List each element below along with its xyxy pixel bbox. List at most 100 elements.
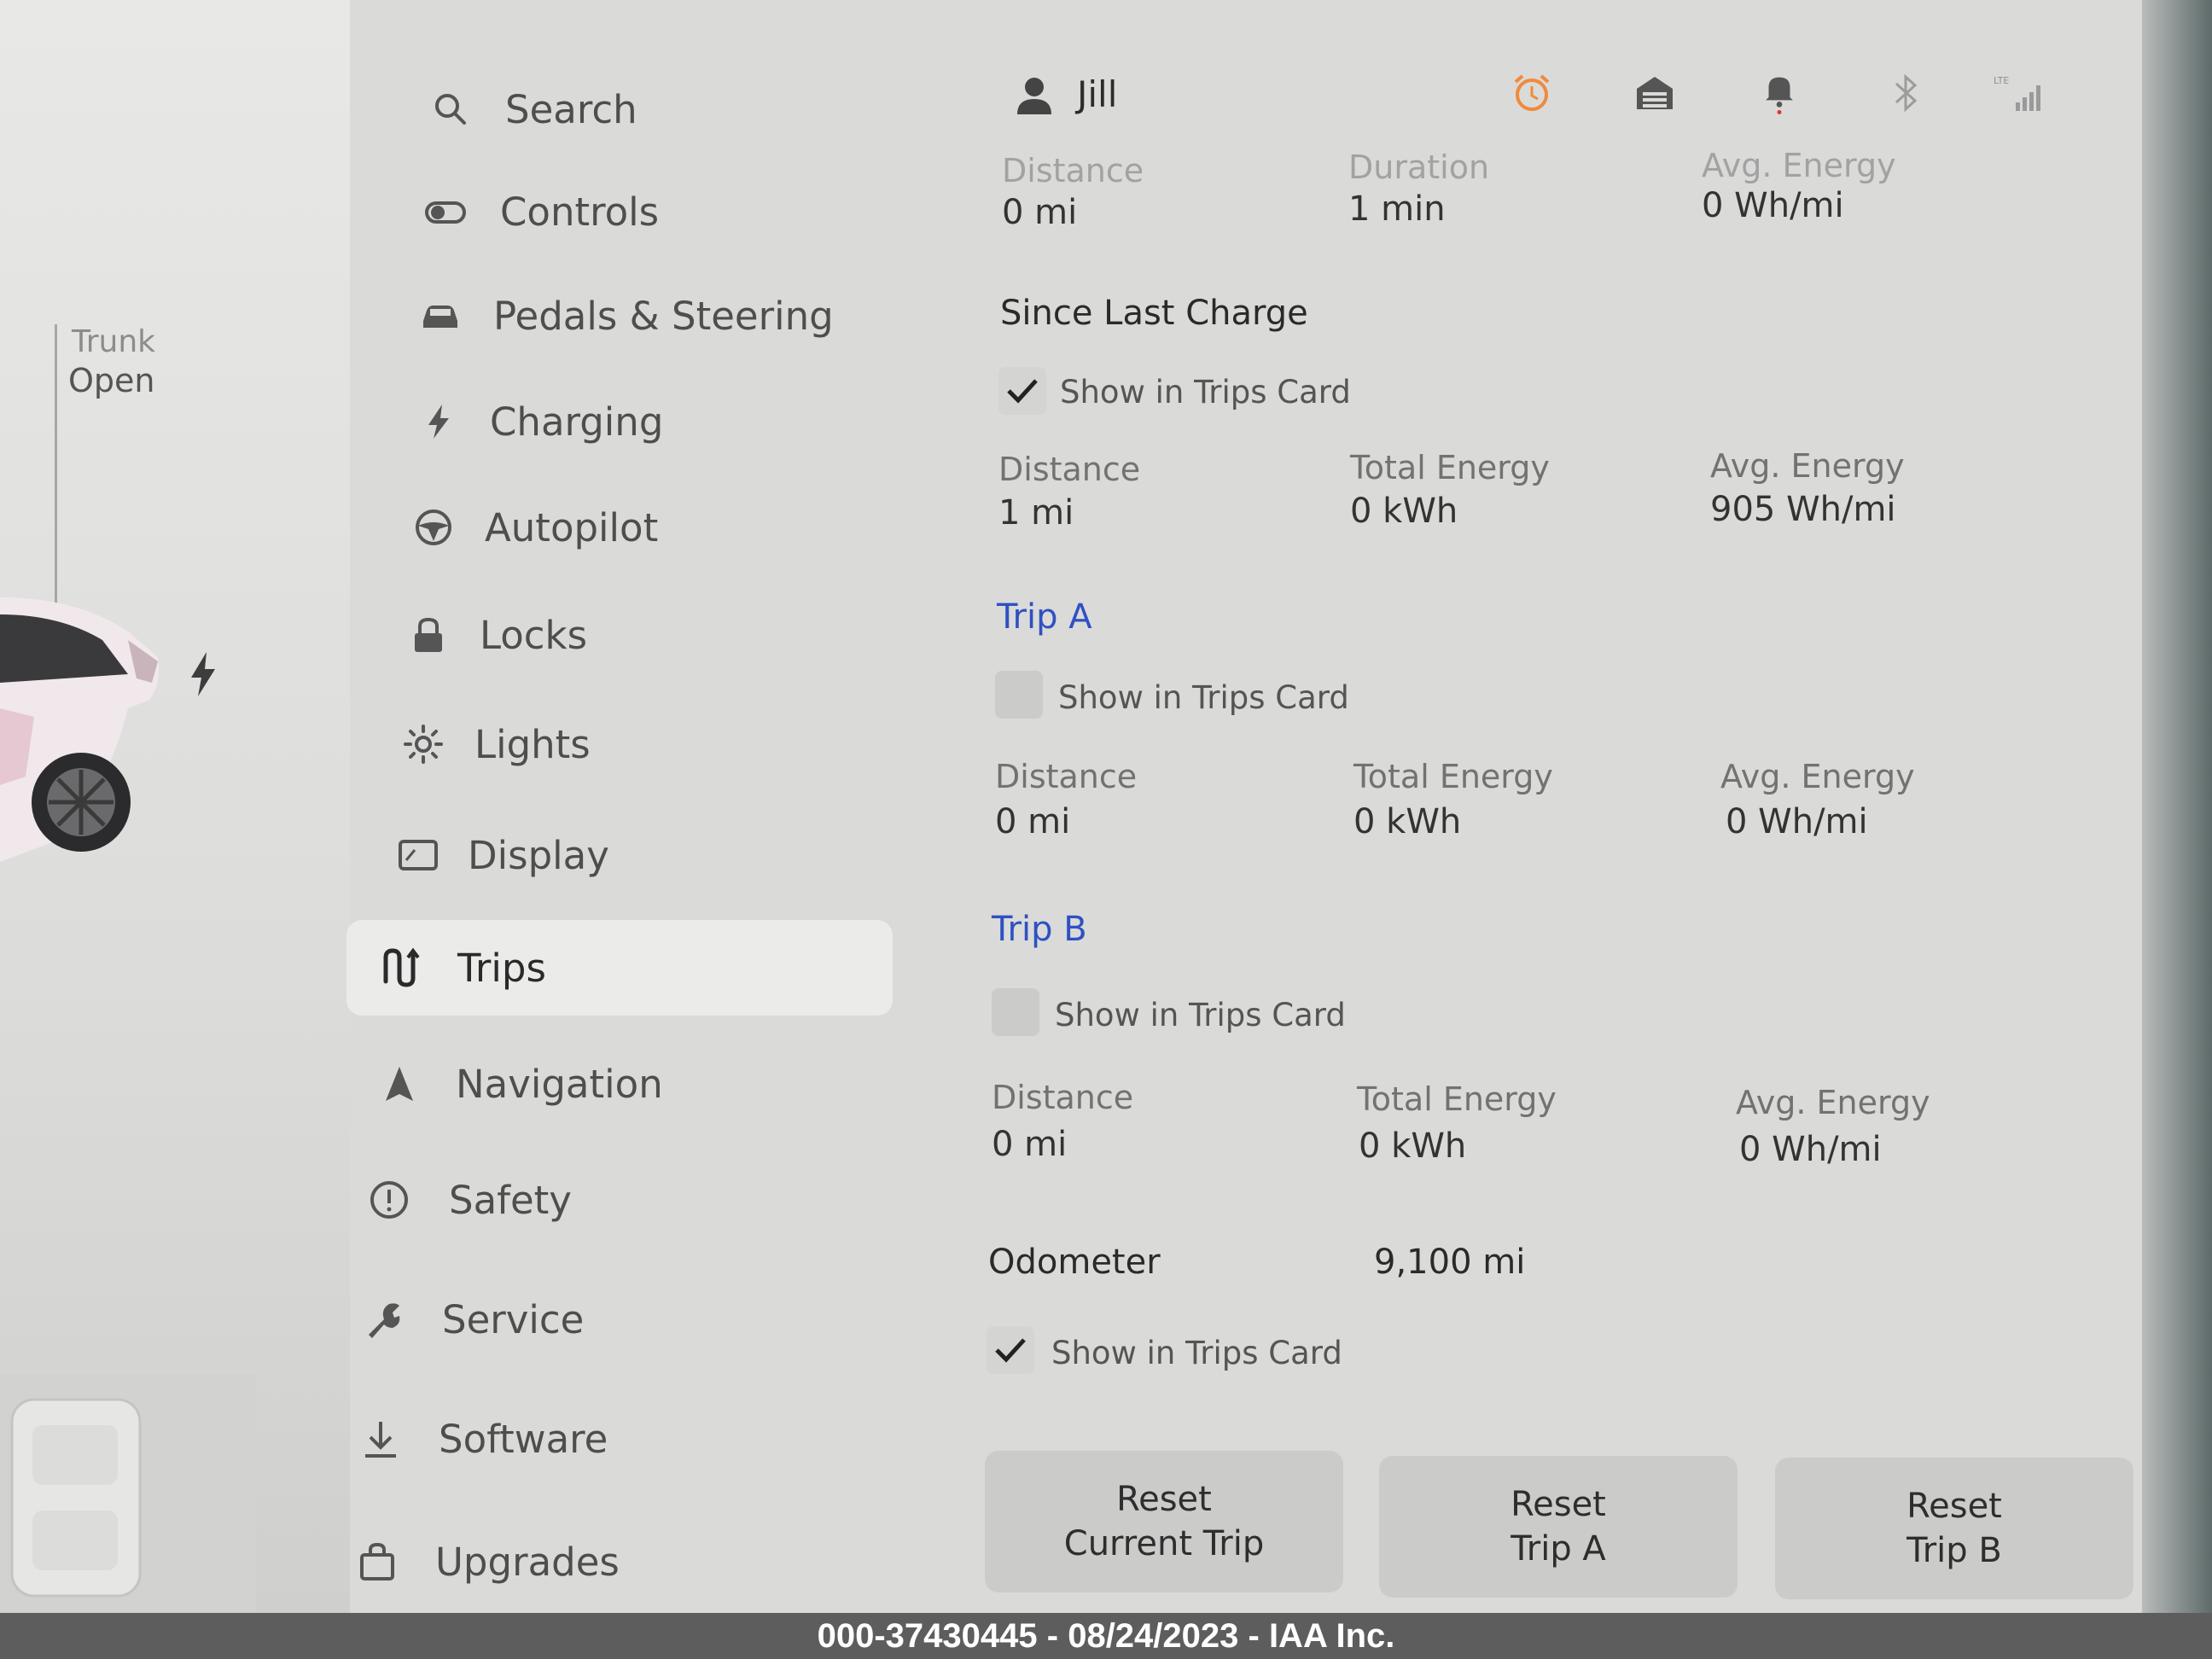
trips-route-icon [383, 947, 420, 987]
trip-b-total-energy-value: 0 kWh [1359, 1126, 1467, 1166]
display-icon [399, 840, 438, 870]
settings-panel: Search Controls Pedals & Steering Chargi… [346, 0, 2142, 1613]
alarm-clock-icon[interactable] [1511, 72, 1553, 114]
sidebar-item-software[interactable]: Software [350, 1391, 896, 1487]
sidebar-item-label: Upgrades [435, 1540, 620, 1585]
trip-a-distance-value: 0 mi [995, 802, 1071, 841]
sidebar-item-controls[interactable]: Controls [350, 164, 896, 259]
sidebar-item-safety[interactable]: Safety [350, 1152, 896, 1248]
lightning-icon [428, 405, 449, 439]
trip-b-distance-value: 0 mi [992, 1125, 1068, 1164]
sidebar-item-locks[interactable]: Locks [350, 587, 896, 683]
sidebar-item-upgrades[interactable]: Upgrades [350, 1514, 896, 1610]
odometer-label: Odometer [988, 1243, 1161, 1282]
button-label-line: Reset [1116, 1480, 1212, 1519]
since-last-charge-show-checkbox[interactable] [998, 367, 1046, 415]
reset-current-trip-button[interactable]: Reset Current Trip [985, 1451, 1343, 1592]
sidebar-item-charging[interactable]: Charging [350, 374, 896, 469]
trunk-indicator-line [55, 324, 57, 606]
sidebar-item-label: Safety [449, 1178, 572, 1223]
since-last-charge-total-energy-label: Total Energy [1350, 449, 1550, 486]
reset-trip-a-button[interactable]: Reset Trip A [1379, 1456, 1738, 1598]
since-last-charge-avg-energy-value: 905 Wh/mi [1710, 490, 1896, 529]
bluetooth-icon[interactable] [1884, 72, 1927, 114]
sidebar-item-display[interactable]: Display [350, 807, 896, 903]
sidebar-item-label: Trips [457, 946, 546, 991]
trip-a-avg-energy-value: 0 Wh/mi [1726, 802, 1868, 841]
seat-layout-image [10, 1398, 142, 1598]
button-label-line: Trip B [1906, 1531, 2002, 1570]
sidebar-item-label: Controls [500, 189, 660, 235]
sidebar-item-label: Pedals & Steering [493, 294, 834, 339]
car-icon [423, 306, 457, 328]
download-icon [365, 1422, 396, 1458]
notification-bell-icon[interactable] [1758, 72, 1801, 114]
trip-b-distance-label: Distance [992, 1079, 1134, 1116]
since-last-charge-distance-label: Distance [998, 451, 1141, 488]
trip-a-total-energy-label: Total Energy [1353, 758, 1553, 795]
sidebar-item-label: Software [439, 1417, 608, 1462]
car-render-image [0, 597, 160, 862]
screen-bezel-edge [2142, 0, 2212, 1613]
footer-watermark-bar: 000-37430445 - 08/24/2023 - IAA Inc. [0, 1613, 2212, 1659]
trip-a-distance-label: Distance [995, 758, 1138, 795]
trip-b-total-energy-label: Total Energy [1357, 1080, 1557, 1118]
sidebar-item-navigation[interactable]: Navigation [350, 1036, 896, 1132]
trip-a-show-checkbox[interactable] [995, 671, 1043, 719]
sidebar-item-label: Search [505, 87, 637, 132]
button-label-line: Reset [1906, 1487, 2002, 1526]
toggle-icon [425, 201, 466, 224]
search-icon [435, 94, 466, 125]
button-label-line: Trip A [1511, 1529, 1606, 1569]
since-last-charge-avg-energy-label: Avg. Energy [1710, 447, 1905, 485]
odometer-value: 9,100 mi [1374, 1243, 1526, 1282]
odometer-show-label[interactable]: Show in Trips Card [1051, 1335, 1342, 1371]
wrench-icon [369, 1303, 400, 1338]
reset-trip-b-button[interactable]: Reset Trip B [1775, 1458, 2133, 1599]
trip-b-heading: Trip B [992, 910, 1087, 949]
lock-icon [415, 617, 442, 652]
shopping-bag-icon [360, 1542, 394, 1580]
since-last-charge-distance-value: 1 mi [998, 493, 1074, 533]
trip-b-avg-energy-label: Avg. Energy [1736, 1084, 1930, 1121]
user-profile-name[interactable]: Jill [1077, 73, 1117, 115]
trip-a-avg-energy-label: Avg. Energy [1720, 758, 1915, 795]
sidebar-item-pedals-steering[interactable]: Pedals & Steering [350, 268, 896, 364]
trunk-label[interactable]: Trunk [72, 324, 155, 359]
steering-wheel-icon [416, 509, 451, 545]
trip-b-show-label[interactable]: Show in Trips Card [1055, 997, 1346, 1033]
trip-b-show-checkbox[interactable] [992, 988, 1039, 1036]
sidebar-item-trips[interactable]: Trips [346, 920, 893, 1016]
sidebar-item-label: Service [442, 1297, 585, 1342]
charge-port-lightning-icon[interactable] [186, 650, 220, 698]
svg-text:LTE: LTE [1994, 75, 2009, 86]
current-trip-distance-value: 0 mi [1002, 193, 1078, 232]
lte-signal-icon: LTE [1994, 75, 2040, 111]
since-last-charge-total-energy-value: 0 kWh [1350, 492, 1458, 531]
checkmark-icon [995, 1338, 1026, 1363]
sidebar-item-lights[interactable]: Lights [350, 696, 896, 792]
since-last-charge-show-label[interactable]: Show in Trips Card [1060, 374, 1351, 410]
navigation-arrow-icon [386, 1067, 413, 1101]
homelink-garage-icon[interactable] [1633, 72, 1676, 114]
button-label-line: Reset [1511, 1485, 1606, 1524]
current-trip-distance-label: Distance [1002, 152, 1144, 189]
trip-a-show-label[interactable]: Show in Trips Card [1058, 679, 1349, 716]
sidebar-item-label: Navigation [456, 1062, 663, 1107]
trip-a-total-energy-value: 0 kWh [1353, 802, 1462, 841]
sidebar-item-service[interactable]: Service [350, 1272, 896, 1367]
checkmark-icon [1007, 379, 1038, 404]
sidebar-item-autopilot[interactable]: Autopilot [350, 480, 896, 575]
footer-watermark-text: 000-37430445 - 08/24/2023 - IAA Inc. [817, 1616, 1395, 1655]
vehicle-status-panel: Trunk Open [0, 0, 350, 1613]
trip-a-heading: Trip A [997, 597, 1092, 637]
sidebar-item-search[interactable]: Search [350, 61, 896, 157]
sidebar-item-label: Locks [480, 613, 588, 658]
current-trip-duration-value: 1 min [1348, 189, 1446, 229]
since-last-charge-heading: Since Last Charge [1000, 294, 1308, 333]
sidebar-item-label: Autopilot [485, 505, 659, 550]
trunk-status[interactable]: Open [68, 362, 155, 399]
user-profile-icon[interactable] [1016, 75, 1053, 116]
odometer-show-checkbox[interactable] [987, 1326, 1034, 1374]
sidebar-item-label: Display [468, 833, 609, 878]
